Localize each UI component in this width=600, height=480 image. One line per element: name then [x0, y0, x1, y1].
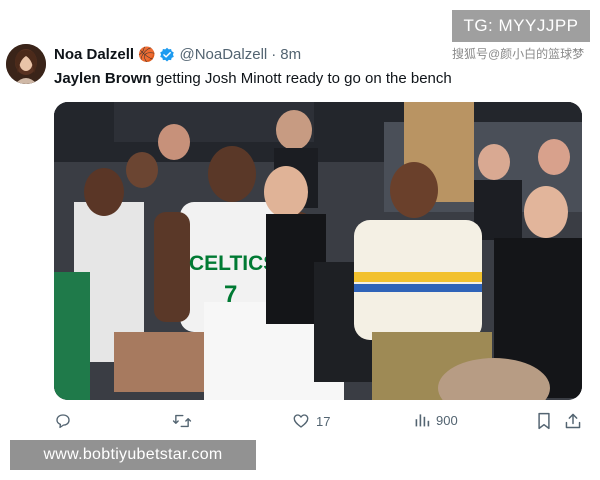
url-watermark: www.bobtiyubetstar.com [10, 440, 256, 470]
like-count: 17 [316, 413, 331, 429]
avatar-image [6, 44, 46, 84]
jersey-number: 7 [224, 281, 237, 308]
tweet-text-bold: Jaylen Brown [54, 70, 152, 87]
tweet-header: Noa Dalzell 🏀 @NoaDalzell · 8m [54, 46, 301, 63]
telegram-watermark: TG: MYYJJPP [452, 10, 590, 42]
reply-icon [56, 414, 70, 429]
like-button[interactable]: 17 [292, 412, 330, 430]
sohu-watermark: 搜狐号@颜小白的篮球梦 [452, 47, 585, 61]
tweet-actions: 17 900 [54, 412, 582, 434]
jersey-text: CELTICS [189, 252, 277, 275]
author-avatar[interactable] [6, 44, 46, 84]
bookmark-button[interactable] [536, 412, 552, 430]
tweet-media-photo[interactable]: CELTICS 7 [54, 102, 582, 400]
bench-photo: CELTICS 7 [54, 102, 582, 400]
author-display-name[interactable]: Noa Dalzell [54, 46, 134, 63]
views-count: 900 [436, 412, 458, 428]
retweet-button[interactable] [172, 412, 198, 430]
header-separator: · [271, 46, 277, 63]
views-chart-icon [415, 414, 430, 427]
share-button[interactable] [564, 412, 582, 430]
tweet-timestamp[interactable]: 8m [280, 46, 301, 63]
verified-badge-icon [160, 47, 175, 62]
retweet-icon [172, 414, 192, 428]
heart-icon [293, 414, 309, 428]
views-button[interactable]: 900 [414, 412, 458, 428]
tweet-text: Jaylen Brown getting Josh Minott ready t… [54, 70, 452, 87]
bookmark-icon [538, 412, 550, 430]
tweet-text-rest: getting Josh Minott ready to go on the b… [151, 70, 452, 87]
author-handle[interactable]: @NoaDalzell [179, 46, 267, 63]
reply-button[interactable] [54, 412, 78, 430]
share-icon [565, 413, 581, 429]
basketball-emoji: 🏀 [138, 46, 156, 62]
